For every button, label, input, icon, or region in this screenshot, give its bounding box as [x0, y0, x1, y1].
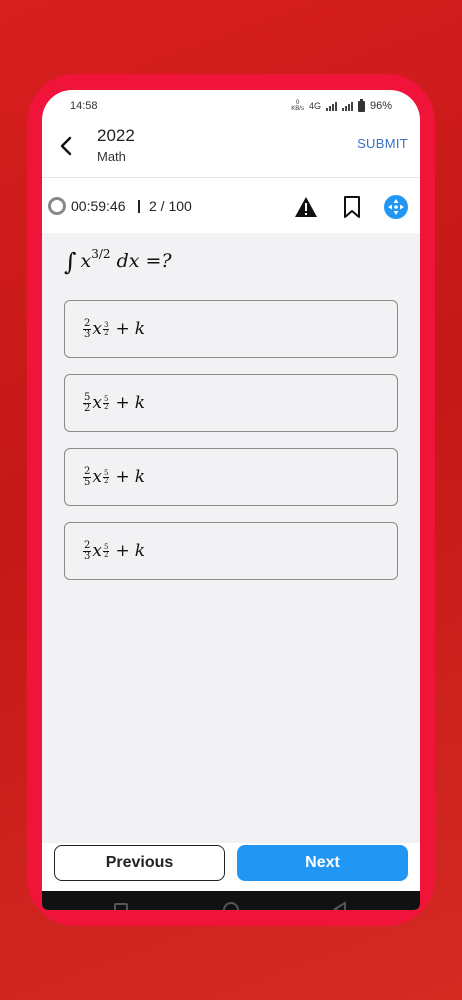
option-coefficient: 23: [83, 539, 92, 562]
recents-icon[interactable]: [114, 903, 128, 910]
question-exponent: 3/2: [91, 247, 111, 261]
status-bar: 14:58 0 KB/s 4G 96%: [42, 90, 420, 122]
navigation-icon: [388, 199, 404, 215]
warning-icon: [295, 197, 317, 217]
signal-icon: [341, 101, 353, 111]
exp-den: 2: [103, 402, 109, 411]
network-speed: 0 KB/s: [291, 100, 304, 112]
battery-level: 96%: [369, 100, 392, 112]
status-time: 14:58: [70, 100, 98, 112]
previous-button[interactable]: Previous: [54, 845, 225, 881]
app-screen: 14:58 0 KB/s 4G 96% 2022 Math SUBMIT 00:…: [42, 90, 420, 910]
option-d[interactable]: 23 x 52 + k: [64, 522, 398, 580]
option-var: x: [92, 467, 102, 487]
chevron-left-icon: [60, 136, 72, 156]
option-b[interactable]: 52 x 52 + k: [64, 374, 398, 432]
coef-den: 2: [84, 402, 91, 414]
option-c[interactable]: 25 x 52 + k: [64, 448, 398, 506]
integral-sign: ∫: [64, 248, 77, 276]
submit-button[interactable]: SUBMIT: [357, 136, 408, 151]
app-header: 2022 Math SUBMIT: [42, 122, 420, 178]
exam-year: 2022: [97, 126, 135, 145]
battery-icon: [357, 98, 365, 112]
exp-den: 2: [103, 476, 109, 485]
timer-ring-icon: [48, 197, 66, 215]
option-coefficient: 23: [83, 317, 92, 340]
home-icon[interactable]: [223, 902, 239, 910]
back-button[interactable]: [56, 134, 78, 158]
option-var: x: [92, 541, 102, 561]
system-back-icon[interactable]: [332, 901, 348, 910]
option-var: x: [92, 393, 102, 413]
question-tail: dx =?: [116, 250, 172, 272]
plus-sign: +: [115, 393, 130, 413]
plus-sign: +: [115, 541, 130, 561]
option-exponent: 32: [102, 321, 110, 337]
question-text: ∫ x3/2 dx =?: [64, 247, 172, 276]
option-exponent: 52: [102, 395, 110, 411]
coef-den: 3: [84, 328, 91, 340]
option-const: k: [134, 541, 145, 561]
navigator-button[interactable]: [384, 195, 408, 219]
signal-icon: [325, 101, 337, 111]
option-exponent: 52: [102, 543, 110, 559]
coef-num: 2: [83, 539, 92, 552]
option-const: k: [134, 393, 145, 413]
coef-den: 5: [84, 476, 91, 488]
option-a[interactable]: 23 x 32 + k: [64, 300, 398, 358]
option-const: k: [134, 319, 145, 339]
option-coefficient: 25: [83, 465, 92, 488]
report-button[interactable]: [294, 196, 318, 218]
timer: 00:59:46: [71, 198, 126, 214]
option-exponent: 52: [102, 469, 110, 485]
footer-nav: Previous Next: [42, 843, 420, 891]
network-speed-unit: KB/s: [291, 106, 304, 112]
option-var: x: [92, 319, 102, 339]
question-toolbar: 00:59:46 2 / 100: [42, 179, 420, 233]
option-const: k: [134, 467, 145, 487]
coef-num: 2: [83, 317, 92, 330]
option-coefficient: 52: [83, 391, 92, 414]
question-counter: 2 / 100: [149, 198, 192, 214]
question-area: ∫ x3/2 dx =? 23 x 32 + k 52 x 52 + k 25 x…: [42, 233, 420, 843]
coef-num: 5: [83, 391, 92, 404]
plus-sign: +: [115, 319, 130, 339]
exam-subject: Math: [97, 149, 126, 164]
system-nav-bar: [42, 891, 420, 910]
question-var: x: [80, 250, 92, 272]
bookmark-icon: [344, 196, 360, 218]
status-icons: 0 KB/s 4G 96%: [291, 98, 392, 112]
plus-sign: +: [115, 467, 130, 487]
divider: [138, 200, 140, 213]
network-type: 4G: [308, 101, 321, 111]
coef-den: 3: [84, 550, 91, 562]
exp-den: 2: [103, 328, 109, 337]
bookmark-button[interactable]: [342, 195, 362, 219]
next-button[interactable]: Next: [237, 845, 408, 881]
coef-num: 2: [83, 465, 92, 478]
exp-den: 2: [103, 550, 109, 559]
